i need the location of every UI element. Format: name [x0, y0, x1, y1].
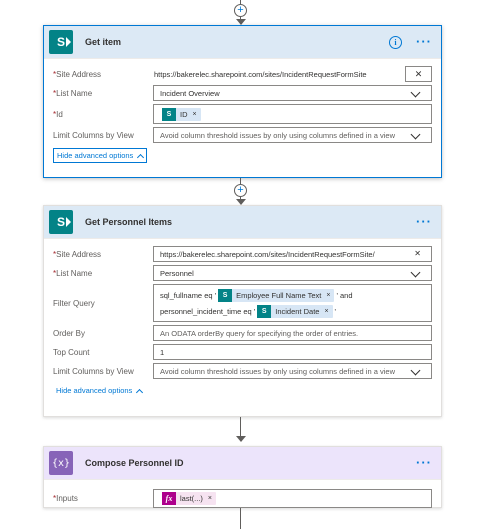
top-count-input[interactable]: 1 — [153, 344, 432, 360]
incident-date-token[interactable]: S Incident Date × — [257, 304, 333, 318]
chevron-down-icon — [410, 365, 421, 376]
close-icon: ✕ — [414, 68, 423, 79]
get-item-card[interactable]: S Get item i ··· *Site Address https://b… — [43, 25, 442, 178]
limit-columns-dropdown[interactable]: Avoid column threshold issues by only us… — [153, 127, 432, 143]
close-icon[interactable]: ✕ — [414, 249, 421, 259]
site-address-field[interactable]: https://bakerelec.sharepoint.com/sites/I… — [153, 246, 432, 262]
filter-query-row: Filter Query sql_fullname eq ' S Employe… — [53, 284, 432, 322]
order-by-input[interactable]: An ODATA orderBy query for specifying th… — [153, 325, 432, 341]
info-icon[interactable]: i — [389, 35, 402, 49]
compose-title: Compose Personnel ID — [85, 458, 184, 468]
remove-token-icon[interactable]: × — [326, 292, 330, 299]
inputs-label: Inputs — [56, 494, 78, 503]
order-by-row: Order By An ODATA orderBy query for spec… — [53, 325, 432, 341]
get-personnel-header[interactable]: S Get Personnel Items ··· — [44, 206, 441, 239]
site-address-row: *Site Address https://bakerelec.sharepoi… — [53, 66, 432, 82]
limit-columns-label: Limit Columns by View — [53, 366, 134, 376]
arrowhead-icon-3 — [236, 436, 246, 442]
sharepoint-icon: S — [218, 288, 233, 302]
last-expression-token[interactable]: fx last(...) × — [162, 492, 217, 505]
hide-advanced-options-link[interactable]: Hide advanced options — [53, 384, 145, 397]
more-options-icon[interactable]: ··· — [416, 35, 432, 48]
get-personnel-title: Get Personnel Items — [85, 217, 173, 227]
id-field[interactable]: S ID × — [153, 104, 432, 124]
order-by-label: Order By — [53, 328, 86, 338]
top-count-row: Top Count 1 — [53, 344, 432, 360]
site-address-clear-button[interactable]: ✕ — [405, 66, 432, 82]
inputs-row: *Inputs fx last(...) × — [53, 489, 432, 508]
list-name-row: *List Name Incident Overview — [53, 85, 432, 101]
sharepoint-icon: S — [49, 30, 73, 54]
compose-icon: {x} — [49, 451, 73, 475]
connector-line-3 — [240, 417, 241, 438]
compose-header[interactable]: {x} Compose Personnel ID ··· — [44, 447, 441, 480]
limit-columns-dropdown[interactable]: Avoid column threshold issues by only us… — [153, 363, 432, 379]
fx-icon: fx — [162, 492, 176, 505]
remove-token-icon[interactable]: × — [193, 111, 197, 118]
filter-query-field[interactable]: sql_fullname eq ' S Employee Full Name T… — [153, 284, 432, 322]
site-address-label: Site Address — [56, 69, 102, 79]
chevron-down-icon — [410, 267, 421, 278]
filter-query-label: Filter Query — [53, 298, 95, 308]
limit-columns-row: Limit Columns by View Avoid column thres… — [53, 127, 432, 143]
more-options-icon[interactable]: ··· — [416, 215, 432, 228]
chevron-down-icon — [410, 129, 421, 140]
employee-full-name-token[interactable]: S Employee Full Name Text × — [218, 288, 335, 302]
list-name-dropdown[interactable]: Personnel — [153, 265, 432, 281]
add-step-plus-icon-2[interactable]: + — [234, 184, 247, 197]
list-name-row: *List Name Personnel — [53, 265, 432, 281]
sharepoint-icon: S — [49, 210, 73, 234]
get-item-title: Get item — [85, 37, 122, 47]
limit-columns-row: Limit Columns by View Avoid column thres… — [53, 363, 432, 379]
chevron-up-icon — [137, 153, 145, 161]
sharepoint-icon: S — [162, 107, 176, 121]
limit-columns-label: Limit Columns by View — [53, 130, 134, 140]
list-name-label: List Name — [56, 268, 93, 278]
remove-token-icon[interactable]: × — [324, 308, 328, 315]
list-name-dropdown[interactable]: Incident Overview — [153, 85, 432, 101]
id-label: Id — [56, 109, 63, 119]
get-item-header[interactable]: S Get item i ··· — [44, 26, 441, 59]
chevron-down-icon — [410, 87, 421, 98]
remove-token-icon[interactable]: × — [208, 495, 212, 502]
list-name-label: List Name — [56, 88, 93, 98]
more-options-icon[interactable]: ··· — [416, 456, 432, 469]
get-personnel-items-card[interactable]: S Get Personnel Items ··· *Site Address … — [43, 205, 442, 417]
site-address-field[interactable]: https://bakerelec.sharepoint.com/sites/I… — [148, 66, 401, 82]
connector-line-bottom — [240, 508, 241, 529]
top-count-label: Top Count — [53, 347, 90, 357]
inputs-field[interactable]: fx last(...) × — [153, 489, 432, 508]
chevron-up-icon — [136, 388, 144, 396]
site-address-label: Site Address — [56, 249, 102, 259]
add-step-plus-icon-top[interactable]: + — [234, 4, 247, 17]
compose-personnel-id-card[interactable]: {x} Compose Personnel ID ··· *Inputs fx … — [43, 446, 442, 508]
hide-advanced-options-link[interactable]: Hide advanced options — [53, 148, 148, 163]
site-address-row: *Site Address https://bakerelec.sharepoi… — [53, 246, 432, 262]
sharepoint-icon: S — [257, 304, 272, 318]
id-token[interactable]: S ID × — [162, 107, 201, 121]
id-row: *Id S ID × — [53, 104, 432, 124]
